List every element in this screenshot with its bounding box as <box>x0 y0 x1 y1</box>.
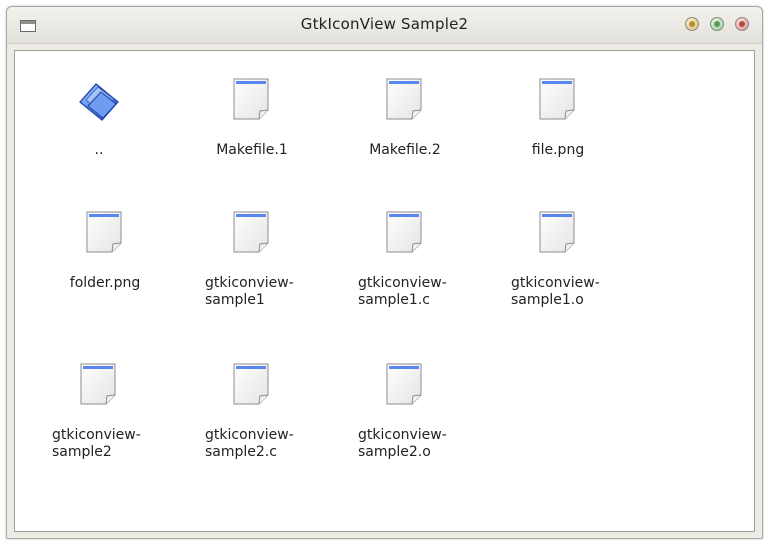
icon-item-gtkiconview-sample1[interactable]: gtkiconview- sample1 <box>192 209 312 309</box>
document-icon <box>386 211 422 253</box>
icon-view[interactable]: .. Makefile.1 Makefile.2 file.png folder… <box>14 50 755 532</box>
document-icon <box>539 211 575 253</box>
icon-item-label: Makefile.1 <box>216 142 288 158</box>
icon-item-label: gtkiconview- sample2.c <box>205 427 294 460</box>
document-icon <box>386 363 422 405</box>
icon-item-label: .. <box>94 142 104 158</box>
icon-item-label: gtkiconview- sample2 <box>52 427 141 460</box>
icon-item-gtkiconview-sample1-o[interactable]: gtkiconview- sample1.o <box>498 209 618 309</box>
icon-item-label: gtkiconview- sample1.c <box>358 275 447 308</box>
icon-item-file-png[interactable]: file.png <box>498 76 618 159</box>
icon-item-label: Makefile.2 <box>369 142 441 158</box>
app-window: GtkIconView Sample2 .. Makefile.1 Makefi… <box>6 6 763 539</box>
document-icon <box>539 78 575 120</box>
close-button[interactable] <box>735 17 749 31</box>
icon-item-label: folder.png <box>69 275 141 291</box>
maximize-button[interactable] <box>710 17 724 31</box>
document-icon <box>80 363 116 405</box>
icon-item-makefile-1[interactable]: Makefile.1 <box>192 76 312 159</box>
icon-item-gtkiconview-sample2[interactable]: gtkiconview- sample2 <box>39 361 159 461</box>
document-icon <box>386 78 422 120</box>
icon-item-label: gtkiconview- sample1 <box>205 275 294 308</box>
document-icon <box>233 211 269 253</box>
icon-item-label: gtkiconview- sample1.o <box>511 275 600 308</box>
minimize-button[interactable] <box>685 17 699 31</box>
icon-item-makefile-2[interactable]: Makefile.2 <box>345 76 465 159</box>
icon-item-gtkiconview-sample2-o[interactable]: gtkiconview- sample2.o <box>345 361 465 461</box>
document-icon <box>233 363 269 405</box>
document-icon <box>86 211 122 253</box>
icon-item-label: file.png <box>531 142 585 158</box>
title-bar[interactable]: GtkIconView Sample2 <box>7 7 762 44</box>
icon-item-label: gtkiconview- sample2.o <box>358 427 447 460</box>
window-title: GtkIconView Sample2 <box>300 15 469 33</box>
icon-item-folder-png[interactable]: folder.png <box>45 209 165 292</box>
folder-up-icon <box>79 83 119 121</box>
document-icon <box>233 78 269 120</box>
icon-item-gtkiconview-sample2-c[interactable]: gtkiconview- sample2.c <box>192 361 312 461</box>
icon-item-parent-folder[interactable]: .. <box>39 76 159 159</box>
icon-item-gtkiconview-sample1-c[interactable]: gtkiconview- sample1.c <box>345 209 465 309</box>
